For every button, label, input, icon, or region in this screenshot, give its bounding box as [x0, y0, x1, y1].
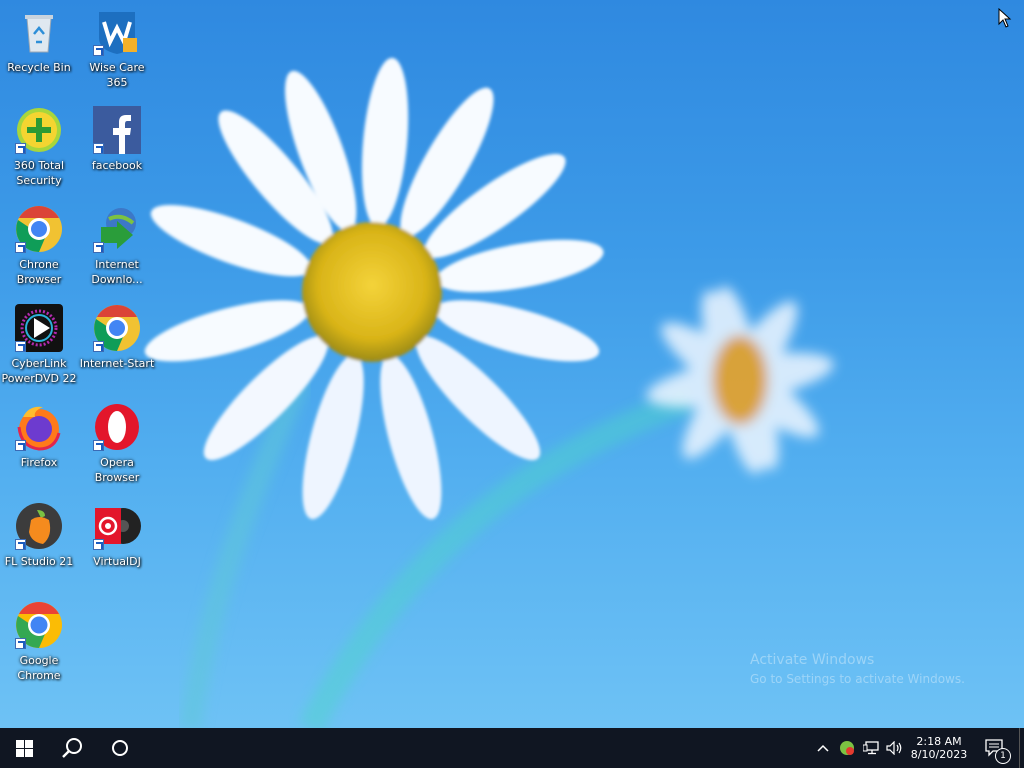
chrone-browser-icon — [15, 205, 63, 253]
show-hidden-icons-button[interactable] — [812, 728, 834, 768]
shortcut-arrow-icon — [15, 341, 26, 352]
windows-logo-icon — [15, 739, 33, 757]
shortcut-arrow-icon — [93, 45, 104, 56]
desktop-icon-fl-studio[interactable]: FL Studio 21 — [0, 502, 78, 569]
network-icon — [863, 741, 879, 755]
clock-button[interactable]: 2:18 AM 8/10/2023 — [908, 728, 970, 768]
taskbar: 2:18 AM 8/10/2023 1 — [0, 728, 1024, 768]
desktop-icon-label: CyberLink PowerDVD 22 — [1, 357, 77, 385]
shortcut-arrow-icon — [93, 242, 104, 253]
recycle-bin-icon — [15, 8, 63, 56]
desktop-icon-label: Recycle Bin — [7, 61, 71, 74]
opera-icon — [93, 403, 141, 451]
desktop-icon-label: Internet-Start — [79, 357, 155, 370]
internet-start-icon — [93, 304, 141, 352]
google-chrome-icon — [15, 601, 63, 649]
desktop-icon-360-security[interactable]: 360 Total Security — [0, 106, 78, 188]
shortcut-arrow-icon — [93, 143, 104, 154]
facebook-icon — [93, 106, 141, 154]
desktop-icon-label: Wise Care 365 — [89, 61, 145, 89]
desktop-icon-label: VirtualDJ — [93, 555, 141, 568]
desktop-icon-label: Firefox — [20, 456, 58, 469]
shortcut-arrow-icon — [15, 242, 26, 253]
watermark-title: Activate Windows — [750, 652, 875, 668]
cortana-button[interactable] — [96, 728, 144, 768]
speaker-icon — [886, 741, 902, 755]
shortcut-arrow-icon — [15, 440, 26, 451]
desktop-icon-recycle-bin[interactable]: Recycle Bin — [0, 8, 78, 75]
cortana-icon — [112, 740, 128, 756]
tray-security-button[interactable] — [836, 728, 858, 768]
360-security-icon — [15, 106, 63, 154]
shortcut-arrow-icon — [15, 539, 26, 550]
start-button[interactable] — [0, 728, 48, 768]
wise-care-icon — [93, 8, 141, 56]
fl-studio-icon — [15, 502, 63, 550]
desktop-icon-label: Opera Browser — [94, 456, 140, 484]
shortcut-arrow-icon — [93, 440, 104, 451]
desktop-icon-virtualdj[interactable]: VirtualDJ — [78, 502, 156, 569]
desktop-icon-label: Internet Downlo... — [91, 258, 143, 286]
desktop-icon-google-chrome[interactable]: Google Chrome — [0, 601, 78, 683]
security-tray-icon — [840, 741, 854, 755]
clock-time: 2:18 AM — [916, 735, 962, 748]
desktop-icon-label: facebook — [91, 159, 143, 172]
desktop[interactable]: Recycle Bin Wise Care 365 360 Total Securi… — [0, 0, 1024, 728]
desktop-icon-label: FL Studio 21 — [4, 555, 74, 568]
desktop-icon-chrone-browser[interactable]: Chrone Browser — [0, 205, 78, 287]
shortcut-arrow-icon — [15, 638, 26, 649]
action-center-button[interactable]: 1 — [978, 728, 1012, 768]
desktop-icon-powerdvd[interactable]: CyberLink PowerDVD 22 — [0, 304, 78, 386]
desktop-icon-internet-start[interactable]: Internet-Start — [78, 304, 156, 371]
virtualdj-icon — [93, 502, 141, 550]
desktop-icon-internet-download-manager[interactable]: Internet Downlo... — [78, 205, 156, 287]
firefox-icon — [15, 403, 63, 451]
network-button[interactable] — [860, 728, 882, 768]
shortcut-arrow-icon — [93, 539, 104, 550]
desktop-icon-label: Google Chrome — [17, 654, 61, 682]
desktop-icon-facebook[interactable]: facebook — [78, 106, 156, 173]
desktop-icon-label: Chrone Browser — [16, 258, 62, 286]
watermark-subtitle: Go to Settings to activate Windows. — [750, 672, 965, 686]
desktop-icon-opera[interactable]: Opera Browser — [78, 403, 156, 485]
search-icon — [62, 738, 82, 758]
show-desktop-button[interactable] — [1019, 728, 1024, 768]
notification-count-badge: 1 — [995, 748, 1011, 764]
desktop-icon-firefox[interactable]: Firefox — [0, 403, 78, 470]
shortcut-arrow-icon — [15, 143, 26, 154]
powerdvd-icon — [15, 304, 63, 352]
search-button[interactable] — [48, 728, 96, 768]
desktop-icon-wise-care[interactable]: Wise Care 365 — [78, 8, 156, 90]
volume-button[interactable] — [884, 728, 906, 768]
shortcut-arrow-icon — [93, 341, 104, 352]
chevron-up-icon — [817, 744, 829, 752]
internet-download-manager-icon — [93, 205, 141, 253]
desktop-icon-label: 360 Total Security — [13, 159, 65, 187]
mouse-cursor-icon — [998, 8, 1012, 28]
activate-windows-watermark: Activate Windows Go to Settings to activ… — [750, 652, 965, 686]
clock-date: 8/10/2023 — [910, 748, 968, 761]
